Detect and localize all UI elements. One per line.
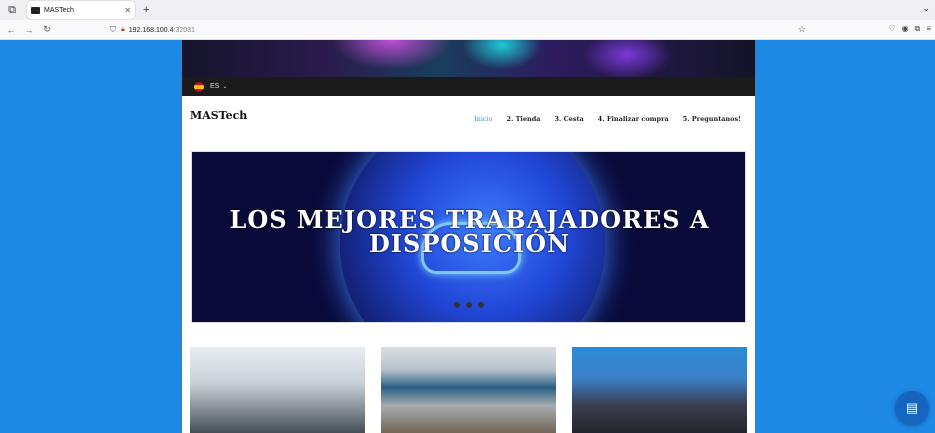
web-page: ES ⌄ MASTech Inicio 2. Tienda 3. Cesta 4…	[182, 40, 755, 433]
top-banner-image	[182, 40, 755, 77]
tab-list-icon[interactable]: ⧉	[3, 1, 21, 19]
office-workers-image[interactable]	[190, 347, 365, 433]
back-arrow-icon[interactable]: ←	[2, 25, 20, 35]
new-tab-icon[interactable]: +	[143, 4, 149, 16]
url-bar[interactable]: ⛉ 🔒︎ 192.168.100.4 :32031 ☆	[110, 22, 810, 38]
close-tab-icon[interactable]: ✕	[124, 6, 131, 15]
hero-slider[interactable]: LOS MEJORES TRABAJADORES A DISPOSICIÓN	[191, 151, 746, 323]
chat-bubble-icon[interactable]: ▤	[895, 391, 929, 425]
electronics-store-image[interactable]	[381, 347, 556, 433]
bookmark-star-icon[interactable]: ☆	[798, 24, 806, 35]
forward-arrow-icon[interactable]: →	[20, 25, 38, 35]
account-icon[interactable]: ◉	[902, 24, 909, 34]
tab-overflow-chevron-icon[interactable]: ⌄	[922, 3, 930, 14]
feature-cards	[190, 347, 750, 433]
site-favicon-icon	[31, 6, 40, 14]
chevron-down-icon: ⌄	[222, 84, 228, 90]
menu-item-cesta[interactable]: 3. Cesta	[555, 115, 584, 123]
menu-item-preguntanos[interactable]: 5. Preguntanos!	[683, 115, 741, 123]
slider-dots	[454, 302, 484, 308]
spain-flag-icon	[194, 81, 204, 92]
slider-caption: LOS MEJORES TRABAJADORES A DISPOSICIÓN	[229, 205, 710, 258]
tracking-shield-icon[interactable]: ⛉	[110, 25, 116, 35]
browser-nav-bar: ← → ↻ ⛉ 🔒︎ 192.168.100.4 :32031 ☆ ♡ ◉ ⧉ …	[0, 20, 935, 40]
url-host: 192.168.100.4	[128, 26, 174, 34]
extensions-icon[interactable]: ⧉	[915, 24, 921, 34]
gaming-store-image[interactable]	[572, 347, 747, 433]
site-logo[interactable]: MASTech	[190, 109, 247, 122]
menu-item-inicio[interactable]: Inicio	[474, 115, 492, 123]
menu-icon[interactable]: ≡	[926, 24, 931, 34]
insecure-lock-icon[interactable]: 🔒︎	[121, 26, 125, 34]
slider-dot[interactable]	[478, 302, 484, 308]
pocket-icon[interactable]: ♡	[888, 24, 895, 34]
slider-dot[interactable]	[466, 302, 472, 308]
language-selector[interactable]: ES ⌄	[182, 77, 755, 96]
site-header: MASTech Inicio 2. Tienda 3. Cesta 4. Fin…	[182, 96, 755, 148]
reload-icon[interactable]: ↻	[38, 24, 56, 35]
slider-dot[interactable]	[454, 302, 460, 308]
url-port: :32031	[173, 26, 195, 34]
menu-item-tienda[interactable]: 2. Tienda	[507, 115, 541, 123]
browser-tab-bar: ⧉ MASTech ✕ + ⌄	[0, 0, 935, 20]
main-menu: Inicio 2. Tienda 3. Cesta 4. Finalizar c…	[474, 115, 741, 123]
menu-item-finalizar-compra[interactable]: 4. Finalizar compra	[598, 115, 669, 123]
language-code: ES	[210, 83, 220, 90]
browser-tab[interactable]: MASTech ✕	[27, 1, 135, 19]
tab-title: MASTech	[44, 6, 74, 14]
toolbar-actions: ♡ ◉ ⧉ ≡	[888, 24, 931, 34]
